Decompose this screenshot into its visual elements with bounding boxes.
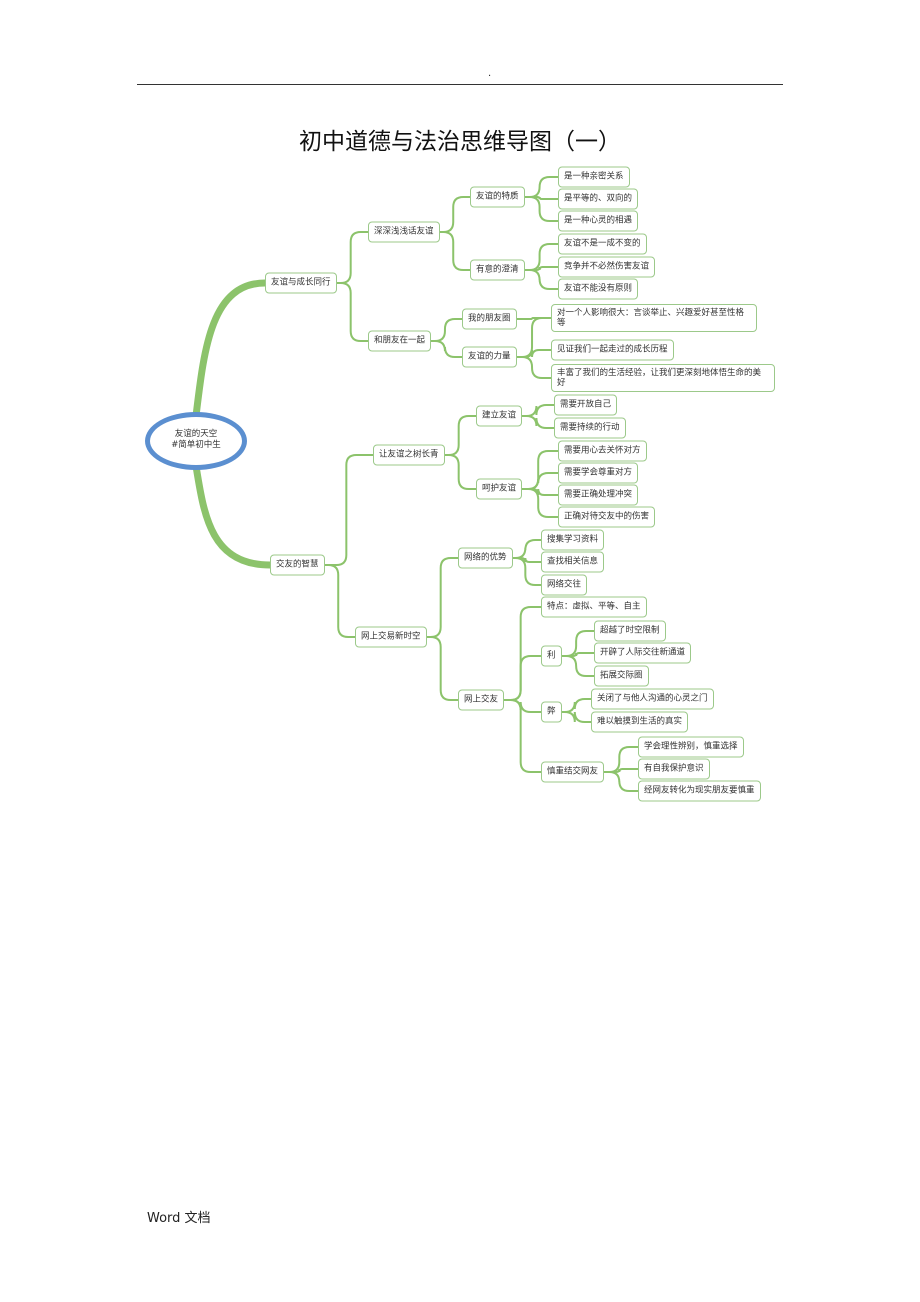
node-leaf: 需要开放自己: [554, 394, 618, 416]
node-leaf: 对一个人影响很大：言谈举止、兴趣爱好甚至性格等: [551, 304, 757, 332]
branch-connector: [503, 606, 542, 701]
branch-connector: [335, 282, 369, 342]
node-leaf: 是一种心灵的相遇: [558, 210, 639, 232]
branch-connector: [523, 269, 559, 290]
node-leaf: 开辟了人际交往新通道: [594, 642, 692, 664]
node-l3: 建立友谊: [476, 405, 523, 427]
node-leaf: 丰富了我们的生活经验，让我们更深刻地体悟生命的美好: [551, 364, 775, 392]
node-leaf: 关闭了与他人沟通的心灵之门: [591, 688, 714, 710]
branch-connector: [443, 454, 477, 490]
branch-connector: [503, 699, 542, 773]
node-l3: 网上交友: [458, 689, 505, 711]
node-l3: 我的朋友圈: [462, 308, 517, 330]
branch-connector: [430, 340, 463, 358]
node-l3: 友谊的特质: [470, 186, 525, 208]
node-leaf: 是一种亲密关系: [558, 166, 630, 188]
branch-connector: [443, 415, 477, 456]
branch-connector: [425, 636, 459, 701]
branch-connector: [560, 698, 592, 713]
node-l2: 网上交易新时空: [355, 626, 427, 648]
branch-connector: [560, 711, 592, 723]
node-leaf: 有自我保护意识: [638, 758, 710, 780]
node-leaf: 需要持续的行动: [554, 417, 626, 439]
node-leaf: 是平等的、双向的: [558, 188, 639, 210]
node-l2: 让友谊之树长青: [373, 444, 445, 466]
node-l4: 慎重结交网友: [541, 761, 605, 783]
branch-connector: [515, 356, 552, 379]
branch-connector: [560, 655, 595, 677]
node-leaf: 查找相关信息: [541, 551, 605, 573]
node-l3: 呵护友谊: [476, 478, 523, 500]
node-leaf: 难以触摸到生活的真实: [591, 711, 689, 733]
node-l4: 弊: [541, 701, 562, 723]
mind-map: 友谊的天空 #简单初中生 友谊与成长同行 交友的智慧 深深浅浅话友谊 和朋友在一…: [0, 0, 920, 820]
branch-connector: [523, 196, 559, 222]
node-leaf: 搜集学习资料: [541, 529, 605, 551]
footer-label: Word 文档: [147, 1211, 211, 1226]
branch-connector: [521, 472, 559, 490]
branch-connector: [438, 196, 471, 233]
branch-connector: [511, 539, 542, 559]
node-leaf: 需要正确处理冲突: [558, 484, 639, 506]
node-leaf: 超越了时空限制: [594, 620, 666, 642]
branch-connector: [335, 231, 369, 284]
branch-connector: [521, 450, 559, 490]
node-leaf: 友谊不能没有原则: [558, 278, 639, 300]
branch-connector: [425, 557, 459, 638]
branch-connector: [438, 231, 471, 271]
branch-connector: [323, 564, 356, 638]
node-leaf: 正确对待交友中的伤害: [558, 506, 656, 528]
branch-connector: [192, 279, 269, 420]
root-line2: #简单初中生: [171, 440, 221, 450]
branch-connector: [521, 415, 555, 429]
node-l3: 有意的澄清: [470, 259, 525, 281]
node-leaf: 见证我们一起走过的成长历程: [551, 339, 674, 361]
mind-map-root: 友谊的天空 #简单初中生: [145, 412, 247, 470]
node-leaf: 需要用心去关怀对方: [558, 440, 647, 462]
branch-connector: [515, 349, 552, 358]
branch-connector: [521, 404, 555, 417]
node-leaf: 需要学会尊重对方: [558, 462, 639, 484]
branch-connector: [503, 655, 542, 701]
node-l4: 利: [541, 645, 562, 667]
node-leaf: 学会理性辨别，慎重选择: [638, 736, 744, 758]
node-l3: 网络的优势: [458, 547, 513, 569]
node-leaf: 经网友转化为现实朋友要慎重: [638, 780, 761, 802]
root-line1: 友谊的天空: [174, 429, 218, 439]
node-leaf: 友谊不是一成不变的: [558, 233, 647, 255]
branch-connector: [323, 454, 374, 566]
branch-connector: [523, 176, 559, 198]
branch-connector: [603, 771, 639, 792]
node-l1: 交友的智慧: [270, 554, 325, 576]
node-l3: 友谊的力量: [462, 346, 517, 368]
node-leaf: 拓展交际圈: [594, 665, 649, 687]
branch-connector: [503, 699, 542, 713]
node-l1: 友谊与成长同行: [265, 272, 337, 294]
node-l2: 和朋友在一起: [368, 330, 432, 352]
node-leaf: 竞争并不必然伤害友谊: [558, 256, 656, 278]
branch-connector: [430, 318, 463, 342]
branch-connector: [192, 462, 274, 569]
node-leaf: 网络交往: [541, 574, 588, 596]
node-leaf: 特点：虚拟、平等、自主: [541, 596, 647, 618]
node-l2: 深深浅浅话友谊: [368, 221, 440, 243]
